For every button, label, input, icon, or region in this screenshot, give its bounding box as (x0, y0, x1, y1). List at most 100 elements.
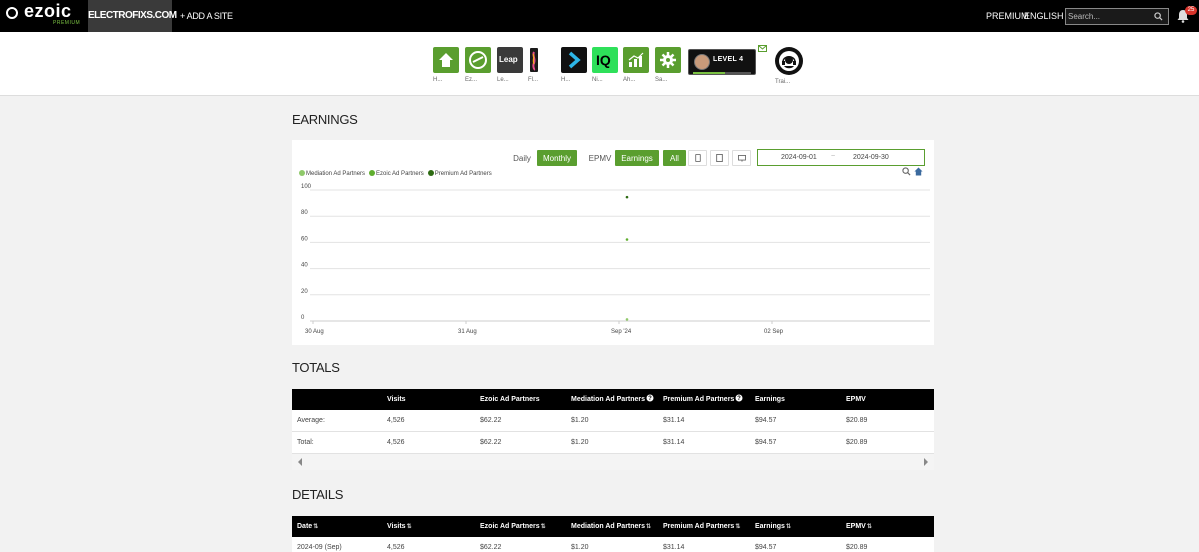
header-label: Premium Ad Partners (663, 523, 735, 530)
app-humix[interactable]: H... (561, 47, 591, 83)
y-tick-label: 80 (301, 210, 308, 216)
humix-icon (568, 51, 581, 69)
legend-item[interactable]: Premium Ad Partners (427, 170, 492, 177)
sortable-header-visits[interactable]: Visits⇅ (387, 516, 412, 538)
sortable-header-epmv[interactable]: EPMV⇅ (846, 516, 872, 538)
app-flex[interactable]: Fl... (528, 47, 558, 83)
sortable-header-premium[interactable]: Premium Ad Partners⇅ (663, 516, 740, 538)
daily-button[interactable]: Daily (507, 150, 537, 166)
premium-link[interactable]: PREMIUM (986, 11, 1029, 21)
app-label: Fl... (528, 77, 538, 83)
table-cell: 4,526 (387, 439, 405, 446)
zoom-icon[interactable] (902, 167, 911, 176)
epmv-button[interactable]: EPMV (585, 150, 615, 166)
niche-iq-icon: IQ (596, 52, 611, 68)
table-cell: $31.14 (663, 417, 685, 424)
notification-count-badge: 25 (1185, 6, 1197, 15)
add-site-link[interactable]: + ADD A SITE (180, 11, 233, 21)
y-tick-label: 40 (301, 263, 308, 269)
header-label: Ezoic Ad Partners (480, 523, 540, 530)
totals-title: TOTALS (292, 360, 340, 375)
ezoic-icon (469, 51, 487, 69)
y-tick-label: 60 (301, 236, 308, 242)
desktop-button[interactable] (732, 150, 751, 166)
app-label: Sa... (655, 77, 668, 83)
earnings-button[interactable]: Earnings (615, 150, 659, 166)
legend-label: Mediation Ad Partners (306, 171, 366, 177)
header-label: Mediation Ad Partners (571, 523, 646, 530)
app-settings[interactable]: Sa... (655, 47, 685, 83)
app-label: Trai... (775, 79, 791, 85)
app-niche-iq[interactable]: IQ Ni... (592, 47, 622, 83)
tablet-button[interactable] (710, 150, 729, 166)
data-point (625, 238, 629, 241)
header-label: Earnings (755, 523, 785, 530)
sortable-header-mediation[interactable]: Mediation Ad Partners⇅ (571, 516, 651, 538)
legend-marker (369, 170, 376, 176)
search-icon[interactable] (1154, 12, 1163, 21)
app-home[interactable]: H... (433, 47, 463, 83)
header-label: EPMV (846, 523, 866, 530)
app-analytics[interactable]: Ah... (623, 47, 653, 83)
app-leap[interactable]: Leap Le... (497, 47, 527, 83)
table-cell: $31.14 (663, 544, 685, 551)
app-label: Ni... (592, 77, 603, 83)
sort-icon: ⇅ (313, 524, 319, 530)
monthly-button[interactable]: Monthly (537, 150, 577, 166)
header-cell-mediation: Mediation Ad Partners? (571, 389, 654, 410)
site-selector[interactable]: ELECTROFIXS.COM (88, 0, 177, 32)
app-tile (528, 47, 540, 73)
scroll-left-arrow-icon[interactable] (298, 458, 302, 466)
table-cell: 4,526 (387, 544, 405, 551)
table-cell: 4,526 (387, 417, 405, 424)
row-label: Average: (297, 417, 325, 424)
horizontal-scrollbar[interactable] (292, 454, 934, 470)
legend-item[interactable]: Mediation Ad Partners (299, 170, 365, 177)
mobile-button[interactable] (688, 150, 707, 166)
tablet-icon (716, 154, 723, 162)
sort-icon: ⇅ (646, 524, 652, 530)
app-training[interactable]: Trai... (775, 47, 805, 85)
app-tile (623, 47, 649, 73)
header-cell: Visits (387, 396, 406, 403)
legend-marker (427, 170, 434, 176)
table-cell: $1.20 (571, 417, 589, 424)
table-cell: $62.22 (480, 417, 502, 424)
chart-legend: Mediation Ad Partners Ezoic Ad Partners Pr… (299, 170, 496, 177)
legend-marker (299, 170, 305, 176)
analytics-icon (628, 52, 644, 67)
help-icon[interactable]: ? (646, 394, 654, 402)
ezoic-logo[interactable]: ezoic PREMIUM (6, 1, 86, 29)
table-cell: $20.89 (846, 417, 868, 424)
sortable-header-earnings[interactable]: Earnings⇅ (755, 516, 791, 538)
table-row: Average: 4,526 $62.22 $1.20 $31.14 $94.5… (292, 410, 934, 432)
all-devices-button[interactable]: All (663, 150, 686, 166)
totals-table: Visits Ezoic Ad Partners Mediation Ad Pa… (292, 389, 934, 470)
level-badge[interactable]: LEVEL 4 (688, 49, 756, 75)
date-range-picker[interactable]: 2024-09-01 ~ 2024-09-30 (757, 149, 925, 166)
legend-item[interactable]: Ezoic Ad Partners (369, 170, 424, 177)
date-to: 2024-09-30 (853, 154, 889, 161)
desktop-icon (737, 155, 746, 162)
logo-subtext: PREMIUM (53, 20, 81, 26)
table-cell: $94.57 (755, 439, 777, 446)
details-table: Date⇅ Visits⇅ Ezoic Ad Partners⇅ Mediati… (292, 516, 934, 552)
earnings-title: EARNINGS (292, 112, 358, 127)
app-ezoic[interactable]: Ez... (465, 47, 495, 83)
help-icon[interactable]: ? (735, 394, 743, 402)
reset-zoom-home-icon[interactable] (914, 167, 923, 176)
date-separator: ~ (831, 153, 836, 160)
table-cell: $94.57 (755, 544, 777, 551)
legend-label: Ezoic Ad Partners (376, 171, 424, 177)
mail-icon[interactable] (758, 45, 767, 52)
y-tick-label: 20 (301, 289, 308, 295)
language-dropdown[interactable]: ENGLISH ▾ (1024, 11, 1071, 22)
sortable-header-ezoic[interactable]: Ezoic Ad Partners⇅ (480, 516, 546, 538)
search-input[interactable] (1068, 10, 1148, 23)
app-label: Ah... (623, 77, 636, 83)
app-label: Le... (497, 77, 509, 83)
x-tick-label: 02 Sep (764, 329, 784, 335)
scroll-right-arrow-icon[interactable] (924, 458, 928, 466)
avatar (694, 54, 710, 70)
sortable-header-date[interactable]: Date⇅ (297, 516, 318, 538)
